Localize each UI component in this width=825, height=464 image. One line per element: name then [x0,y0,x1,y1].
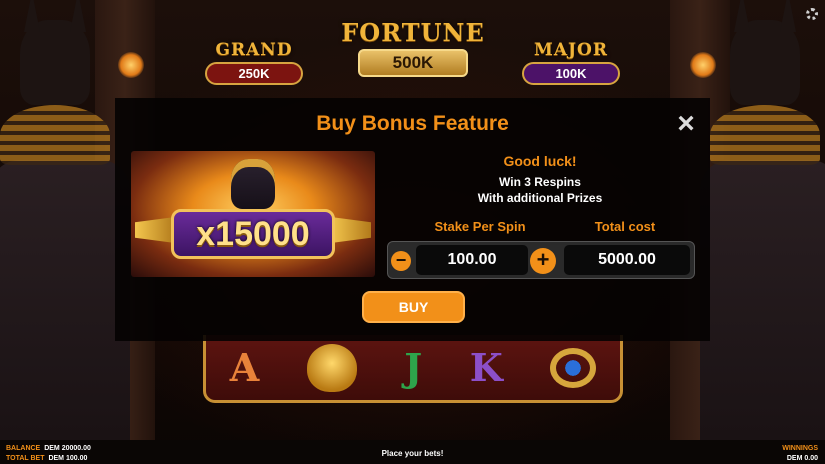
multiplier-text: x15000 [196,214,310,253]
stake-value-field: 100.00 [416,245,528,275]
right-anubis-statue [690,0,825,440]
buy-button[interactable]: BUY [362,291,465,323]
ring-symbol-icon [550,347,597,388]
jackpot-major: MAJOR 100K [522,40,620,85]
right-wing-icon [331,217,371,243]
multiplier-banner: x15000 [171,209,335,259]
jackpot-grand-value: 250K [205,62,303,85]
jackpot-fortune: FORTUNE 500K [330,18,496,77]
bonus-feature-image: x15000 [131,151,375,277]
jackpot-grand-title: GRAND [215,40,293,60]
status-message: Place your bets! [381,449,444,458]
winnings-label: WINNINGS [782,445,818,452]
feature-info: Good luck! Win 3 Respins With additional… [390,153,690,206]
feature-description-line1: Win 3 Respins [499,175,581,189]
scarab-symbol-icon [306,343,357,392]
gear-icon[interactable] [806,8,818,20]
winnings-value: DEM 0.00 [786,455,818,462]
jackpot-fortune-title: FORTUNE [341,18,485,47]
buy-bonus-modal: Buy Bonus Feature × x15000 Good luck! Wi… [115,98,710,341]
stake-per-spin-label: Stake Per Spin [434,219,526,234]
reel-symbol-a: A [229,345,260,390]
decrease-stake-button[interactable]: − [391,251,411,271]
jackpot-major-value: 100K [522,62,620,85]
modal-title: Buy Bonus Feature [316,112,509,135]
reel-strip: A J K [203,335,623,403]
jackpot-fortune-value: 500K [358,49,468,77]
reel-symbol-j: J [404,345,423,390]
feature-description-line2: With additional Prizes [477,191,603,205]
increase-stake-button[interactable]: + [530,248,556,274]
total-cost-field: 5000.00 [564,245,690,275]
total-cost-label: Total cost [594,219,656,234]
left-wing-icon [135,217,175,243]
jackpot-major-title: MAJOR [534,40,608,60]
reel-symbol-k: K [469,345,503,390]
jackpot-grand: GRAND 250K [205,40,303,85]
stake-controls: − 100.00 + 5000.00 [387,241,695,279]
good-luck-text: Good luck! [503,153,577,169]
close-icon[interactable]: × [673,109,699,139]
anubis-head-icon [231,159,275,209]
